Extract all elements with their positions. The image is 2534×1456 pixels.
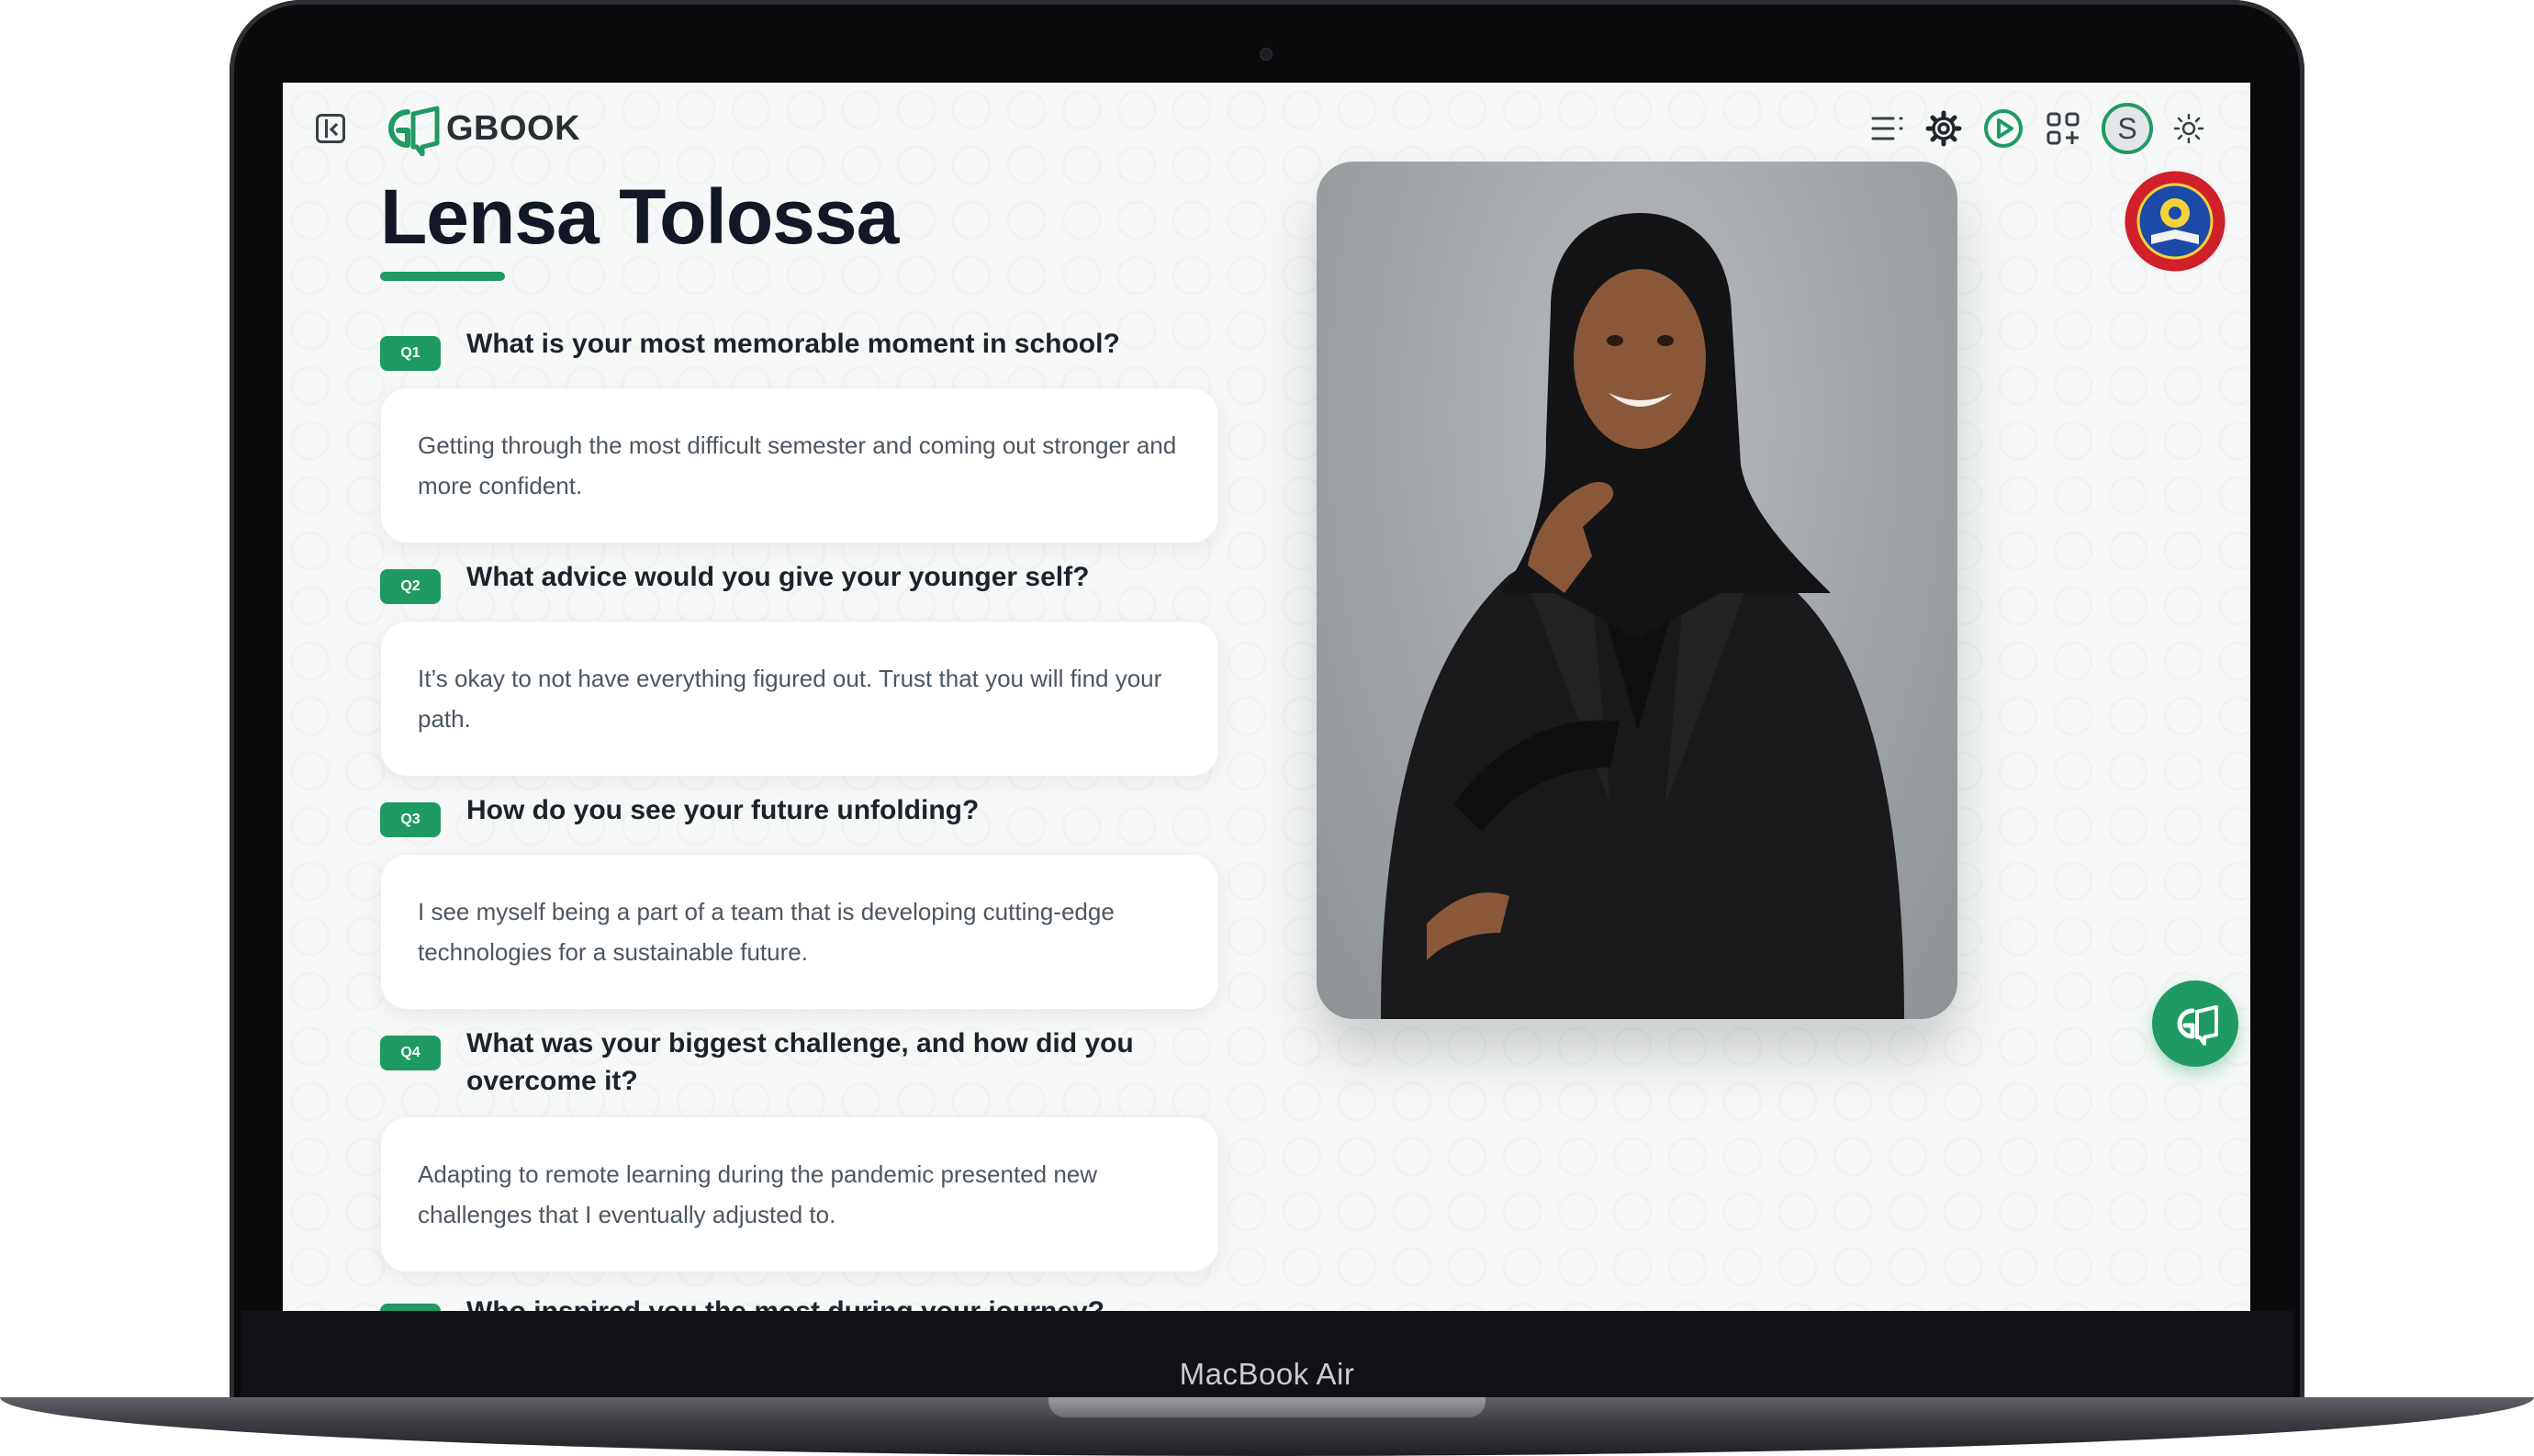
qa-item: Q2 What advice would you give your young… — [380, 558, 1219, 777]
brand-logo[interactable]: GBOOK — [380, 101, 580, 156]
gbook-logo-icon — [388, 106, 440, 156]
question-text: How do you see your future unfolding? — [466, 795, 980, 825]
question-text: What is your most memorable moment in sc… — [466, 329, 1120, 359]
question-text: What advice would you give your younger … — [466, 562, 1090, 592]
play-icon[interactable] — [1982, 107, 2024, 150]
camera-icon — [1260, 48, 1273, 61]
apps-icon[interactable] — [2045, 110, 2081, 147]
gbook-chat-icon — [2177, 1005, 2218, 1046]
answer-card: Getting through the most difficult semes… — [380, 387, 1219, 543]
answer-card: Adapting to remote learning during the p… — [380, 1116, 1219, 1272]
qa-item: Q3 How do you see your future unfolding?… — [380, 791, 1219, 1010]
device-label: MacBook Air — [1179, 1357, 1355, 1391]
question-row: Q4 What was your biggest challenge, and … — [380, 1025, 1219, 1100]
university-seal — [2122, 168, 2228, 274]
topbar-left: GBOOK — [316, 101, 580, 156]
qa-item: Q4 What was your biggest challenge, and … — [380, 1025, 1219, 1272]
question-text: What was your biggest challenge, and how… — [466, 1028, 1134, 1096]
portrait-photo — [1381, 213, 1904, 1019]
sidebar-toggle-icon[interactable] — [316, 114, 345, 143]
question-badge: Q2 — [380, 569, 441, 604]
question-badge: Q5 — [380, 1304, 441, 1311]
profile-photo — [1317, 162, 1957, 1019]
title-underline — [380, 272, 505, 281]
question-badge: Q4 — [380, 1036, 441, 1070]
avatar[interactable]: S — [2102, 103, 2153, 154]
question-text: Who inspired you the most during your jo… — [466, 1293, 1104, 1311]
sun-icon[interactable] — [2173, 113, 2204, 144]
question-row: Q1 What is your most memorable moment in… — [380, 325, 1219, 371]
gear-icon[interactable] — [1925, 110, 1962, 147]
question-badge: Q3 — [380, 802, 441, 837]
question-row: Q2 What advice would you give your young… — [380, 558, 1219, 604]
answer-card: I see myself being a part of a team that… — [380, 854, 1219, 1010]
brand-name: GBOOK — [446, 108, 581, 148]
qa-item: Q1 What is your most memorable moment in… — [380, 325, 1219, 543]
list-icon[interactable] — [1870, 113, 1905, 144]
app-screen: GBOOK S Lensa Tolossa Q1 What is your mo… — [283, 83, 2250, 1311]
laptop-base-notch — [1048, 1397, 1486, 1417]
topbar-right: S — [1850, 94, 2204, 163]
answer-card: It’s okay to not have everything figured… — [380, 621, 1219, 777]
question-row: Q3 How do you see your future unfolding? — [380, 791, 1219, 837]
question-row: Q5 Who inspired you the most during your… — [380, 1293, 1219, 1311]
profile-name: Lensa Tolossa — [380, 174, 899, 260]
chat-button[interactable] — [2152, 980, 2238, 1067]
question-badge: Q1 — [380, 336, 441, 371]
qa-item: Q5 Who inspired you the most during your… — [380, 1293, 1219, 1311]
